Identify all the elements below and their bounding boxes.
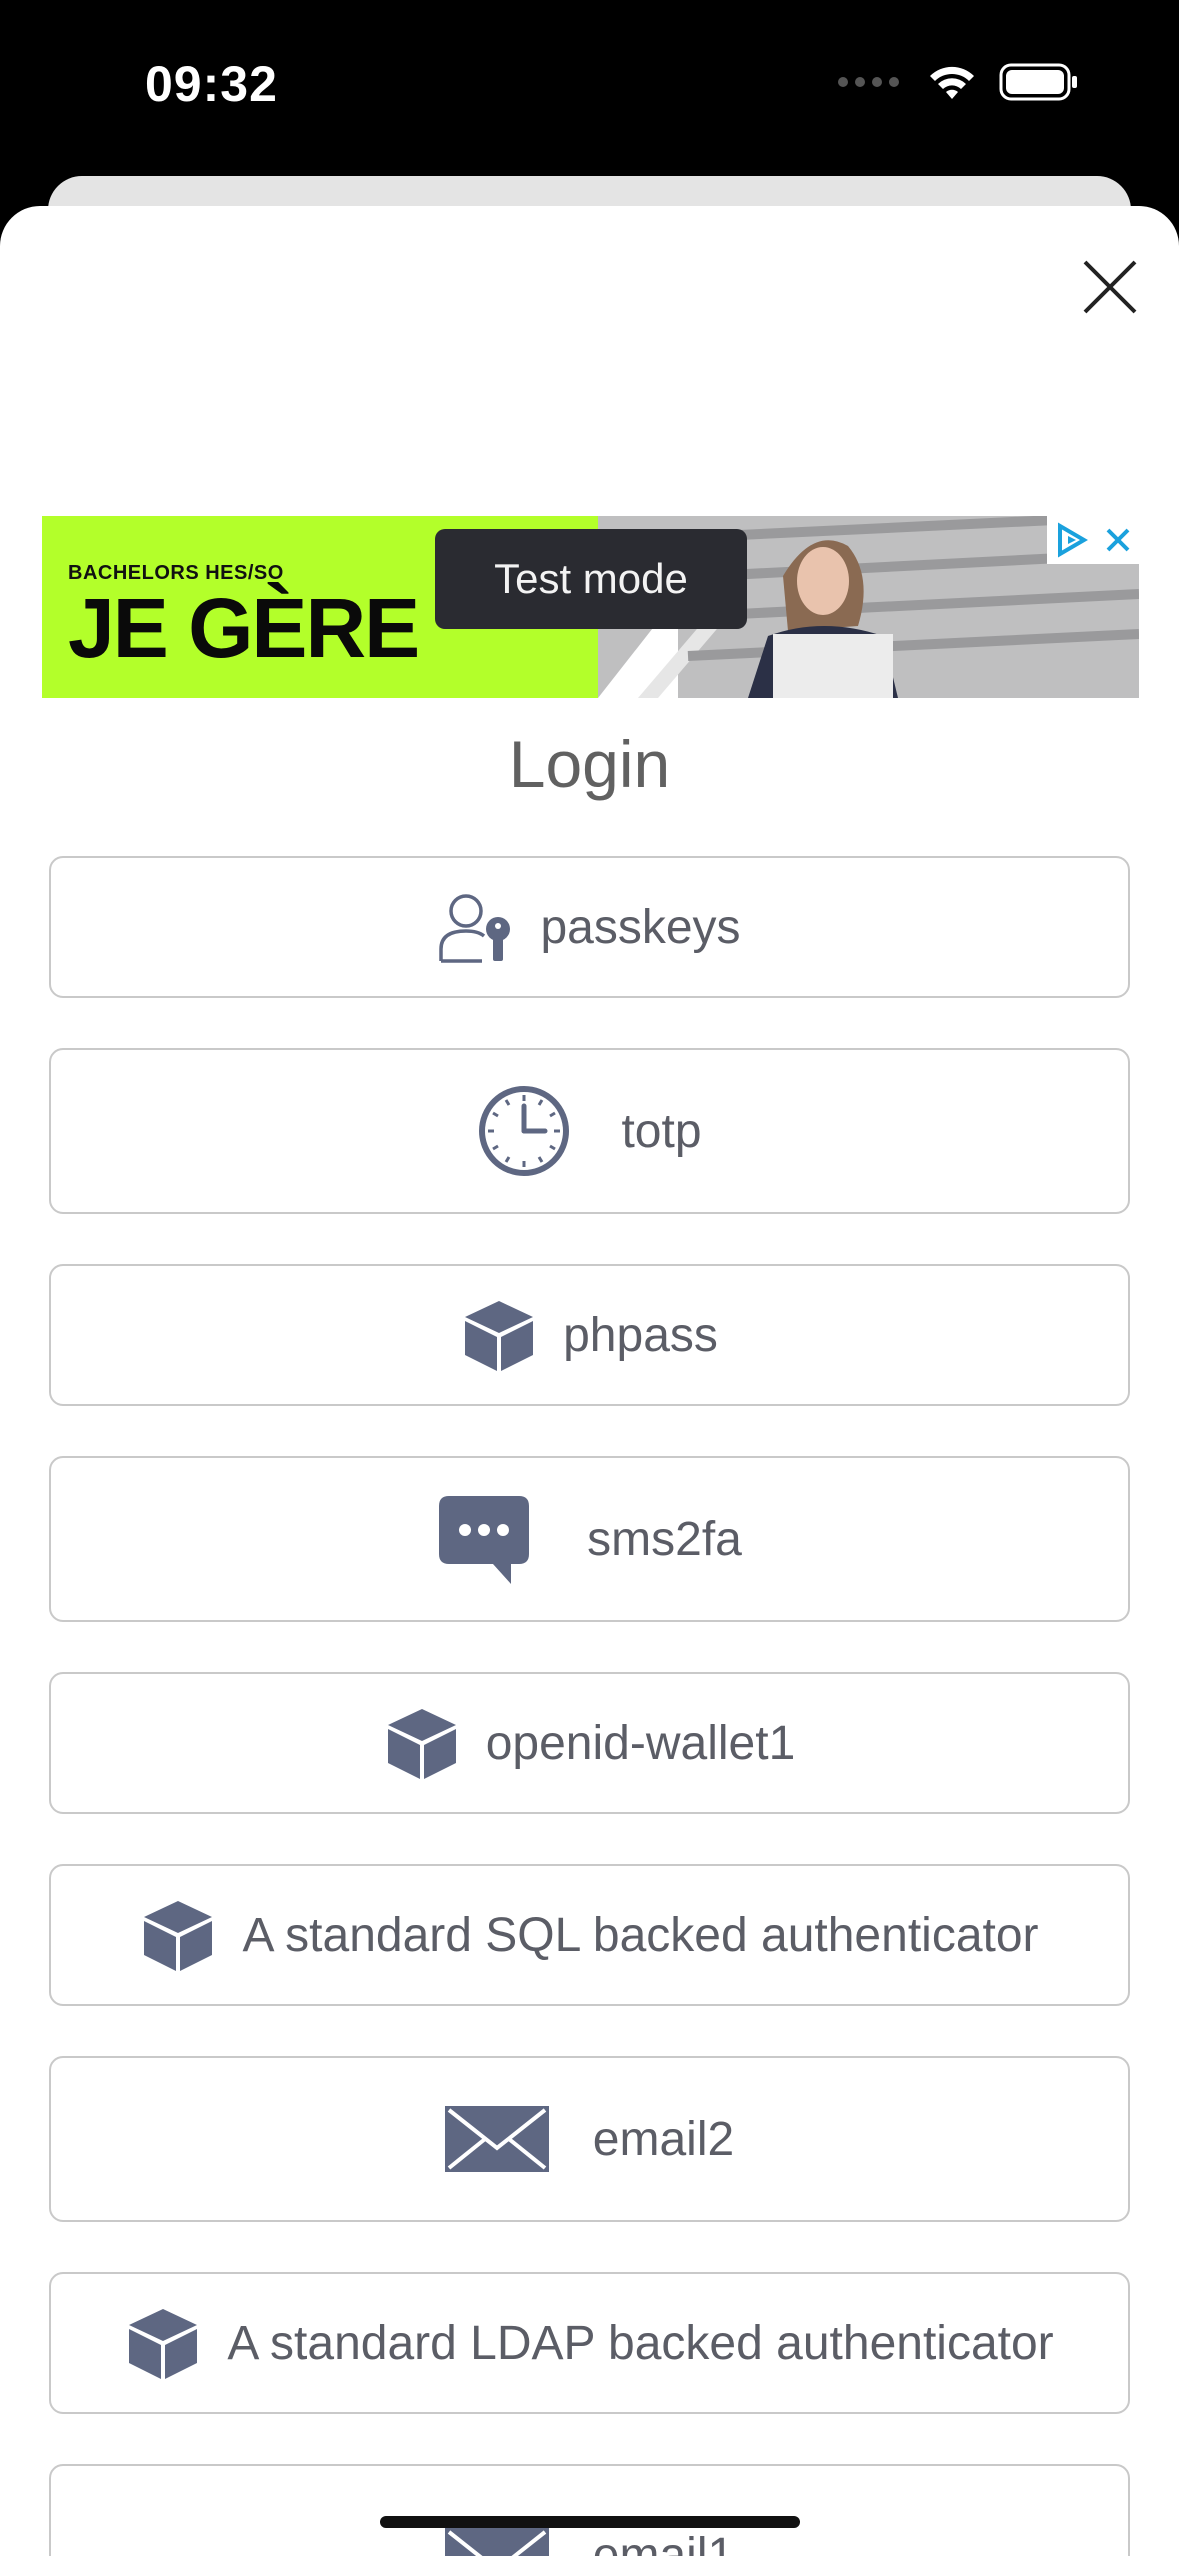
cube-icon xyxy=(140,1897,216,1973)
login-method-ldap[interactable]: A standard LDAP backed authenticator xyxy=(49,2272,1130,2414)
login-method-phpass[interactable]: phpass xyxy=(49,1264,1130,1406)
login-method-label: A standard LDAP backed authenticator xyxy=(227,2316,1054,2370)
cube-icon xyxy=(125,2305,201,2381)
login-method-label: email2 xyxy=(592,2112,735,2166)
clock-icon xyxy=(477,1084,571,1178)
login-method-passkeys[interactable]: passkeys xyxy=(49,856,1130,998)
status-bar: 09:32 xyxy=(0,0,1179,180)
ad-choices-icon[interactable] xyxy=(1054,522,1090,558)
login-method-label: totp xyxy=(621,1104,702,1158)
ad-choices[interactable] xyxy=(1047,516,1139,564)
login-method-label: phpass xyxy=(563,1308,718,1362)
cellular-signal-icon xyxy=(838,77,899,87)
battery-icon xyxy=(999,63,1077,101)
envelope-icon xyxy=(444,2106,549,2172)
login-method-email2[interactable]: email2 xyxy=(49,2056,1130,2222)
page-title: Login xyxy=(508,727,671,801)
login-method-label: sms2fa xyxy=(587,1512,742,1566)
ad-headline: JE GÈRE xyxy=(68,581,420,675)
login-method-totp[interactable]: totp xyxy=(49,1048,1130,1214)
login-method-email1[interactable]: email1 xyxy=(49,2464,1130,2556)
chat-bubble-icon xyxy=(437,1492,531,1586)
cube-icon xyxy=(384,1705,460,1781)
test-mode-badge: Test mode xyxy=(435,529,747,629)
cube-icon xyxy=(461,1297,537,1373)
login-method-sql[interactable]: A standard SQL backed authenticator xyxy=(49,1864,1130,2006)
status-time: 09:32 xyxy=(145,56,278,112)
login-method-label: email1 xyxy=(592,2529,735,2556)
ad-banner[interactable]: BACHELORS HES/SO JE GÈRE Test mode xyxy=(42,516,1139,698)
login-method-label: A standard SQL backed authenticator xyxy=(242,1908,1039,1962)
user-key-icon xyxy=(438,891,514,963)
home-indicator[interactable] xyxy=(380,2516,800,2528)
ad-close-icon[interactable] xyxy=(1104,526,1132,554)
envelope-icon xyxy=(444,2528,549,2556)
wifi-icon xyxy=(930,66,974,99)
close-icon xyxy=(1083,260,1137,314)
close-button[interactable] xyxy=(1081,258,1139,316)
login-method-label: openid-wallet1 xyxy=(485,1716,796,1770)
login-method-openid-wallet1[interactable]: openid-wallet1 xyxy=(49,1672,1130,1814)
login-method-sms2fa[interactable]: sms2fa xyxy=(49,1456,1130,1622)
login-sheet: BACHELORS HES/SO JE GÈRE Test mode Login… xyxy=(0,206,1179,2556)
status-icons xyxy=(838,62,1079,102)
login-method-label: passkeys xyxy=(540,900,741,954)
